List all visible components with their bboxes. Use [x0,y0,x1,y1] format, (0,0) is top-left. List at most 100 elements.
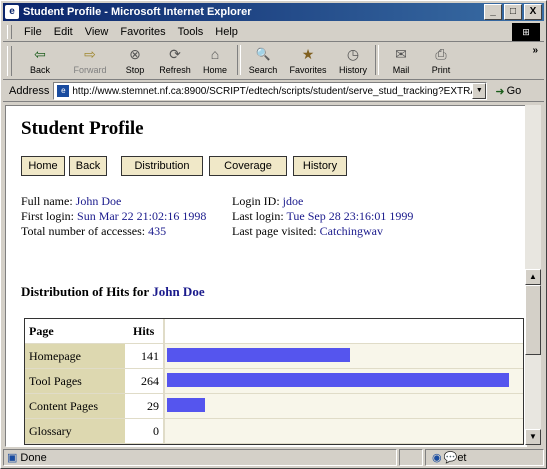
back-arrow-icon: ⇦ [34,46,46,62]
refresh-button[interactable]: ⟳ Refresh [156,43,194,77]
close-button[interactable]: X [524,4,542,20]
scroll-down-arrow-icon[interactable]: ▼ [525,429,541,445]
chat-bubble-icon: 💬 [443,452,458,464]
nav-history-button[interactable]: History [293,156,347,176]
favorites-label: Favorites [289,65,327,75]
go-arrow-icon: ➜ [495,85,505,98]
stop-label: Stop [125,65,145,75]
page-icon: e [57,85,70,97]
print-label: Print [431,65,451,75]
info-right: Login ID: jdoe Last login: Tue Sep 28 23… [232,194,413,239]
menu-help[interactable]: Help [209,26,244,38]
nav-distribution-button[interactable]: Distribution [121,156,203,176]
menu-view[interactable]: View [79,26,115,38]
distribution-student-name: John Doe [152,284,205,299]
mail-label: Mail [392,65,410,75]
print-icon: ⎙ [435,46,447,62]
hits-row: Tool Pages 264 [25,369,523,394]
page-content: Student Profile Home Back Distribution C… [5,105,527,447]
last-page-row: Last page visited: Catchingwav [232,224,413,239]
info-left: Full name: John Doe First login: Sun Mar… [21,194,206,239]
forward-button[interactable]: ⇨ Forward [66,43,114,77]
nav-home-button[interactable]: Home [21,156,65,176]
hits-bar [167,398,205,412]
toolbar-chevron-icon[interactable]: » [532,45,538,56]
home-icon: ⌂ [210,46,220,62]
status-text: Done [20,451,47,464]
login-id-label: Login ID: [232,194,280,208]
go-label: Go [506,85,522,97]
toolbar-separator [375,45,379,75]
hits-page-name: Tool Pages [25,369,129,393]
stop-icon: ⊗ [129,46,141,62]
search-label: Search [248,65,278,75]
menu-edit[interactable]: Edit [48,26,79,38]
first-login-label: First login: [21,209,75,223]
address-bar: Address e http://www.stemnet.nf.ca:8900/… [3,81,544,102]
vertical-scrollbar[interactable]: ▲ ▼ [525,105,541,445]
windows-logo-icon: ⊞ [512,23,540,41]
toolbar-grip[interactable] [7,46,12,76]
full-name-value[interactable]: John Doe [76,194,122,208]
last-page-label: Last page visited: [232,224,317,238]
address-label: Address [9,85,50,97]
back-button[interactable]: ⇦ Back [16,43,64,77]
refresh-icon: ⟳ [169,46,181,62]
last-login-row: Last login: Tue Sep 28 23:16:01 1999 [232,209,413,224]
hits-body: Homepage 141 Tool Pages 264 Content Pages 29 G… [25,344,523,444]
scroll-thumb[interactable] [525,285,541,355]
menu-file[interactable]: File [18,26,48,38]
total-accesses-value: 435 [148,224,167,238]
last-login-label: Last login: [232,209,284,223]
ie-logo-icon: e [5,5,19,19]
full-name-label: Full name: [21,194,73,208]
home-button[interactable]: ⌂ Home [196,43,234,77]
favorites-icon: ★ [301,46,315,62]
hits-page-name: Glossary [25,419,129,443]
address-url: http://www.stemnet.nf.ca:8900/SCRIPT/edt… [72,85,473,97]
maximize-button[interactable]: □ [504,4,522,20]
hits-row: Homepage 141 [25,344,523,369]
page-title: Student Profile [21,118,144,139]
minimize-button[interactable]: _ [484,4,502,20]
menu-tools[interactable]: Tools [172,26,210,38]
address-dropdown-icon[interactable]: ▼ [472,83,487,99]
total-accesses-row: Total number of accesses: 435 [21,224,206,239]
hits-table: Page Hits Homepage 141 Tool Pages 264 Conten… [24,318,524,445]
login-id-value: jdoe [282,194,304,208]
hits-bar [167,373,509,387]
mail-icon: ✉ [395,46,407,62]
hits-page-name: Content Pages [25,394,129,418]
hits-row: Content Pages 29 [25,394,523,419]
first-login-value: Sun Mar 22 21:02:16 1998 [77,209,207,223]
scroll-up-arrow-icon[interactable]: ▲ [525,269,541,285]
distribution-heading: Distribution of Hits for John Doe [21,284,205,300]
go-button[interactable]: ➜ Go [495,85,521,98]
last-page-value[interactable]: Catchingwav [320,224,383,238]
toolbar-separator [237,45,241,75]
forward-label: Forward [73,65,107,75]
mail-button[interactable]: ✉ Mail [382,43,420,77]
hits-count: 0 [129,419,165,443]
window-title: Student Profile - Microsoft Internet Exp… [23,6,252,18]
history-label: History [338,65,367,75]
profile-nav: Home Back Distribution Coverage History [21,156,351,176]
login-id-row: Login ID: jdoe [232,194,413,209]
forward-arrow-icon: ⇨ [84,46,96,62]
total-accesses-label: Total number of accesses: [21,224,146,238]
history-button[interactable]: ◷ History [334,43,372,77]
hits-bar [167,348,350,362]
browser-window: e Student Profile - Microsoft Internet E… [0,0,547,469]
status-zone-text: et [457,451,467,464]
search-button[interactable]: 🔍 Search [244,43,282,77]
nav-coverage-button[interactable]: Coverage [209,156,287,176]
menubar-grip[interactable] [7,25,12,39]
menu-bar: File Edit View Favorites Tools Help ⊞ [3,23,544,42]
menu-favorites[interactable]: Favorites [114,26,171,38]
address-input[interactable]: e http://www.stemnet.nf.ca:8900/SCRIPT/e… [53,82,488,100]
print-button[interactable]: ⎙ Print [422,43,460,77]
stop-button[interactable]: ⊗ Stop [116,43,154,77]
nav-back-button[interactable]: Back [69,156,107,176]
hits-bar-cell [165,394,523,418]
favorites-button[interactable]: ★ Favorites [284,43,332,77]
